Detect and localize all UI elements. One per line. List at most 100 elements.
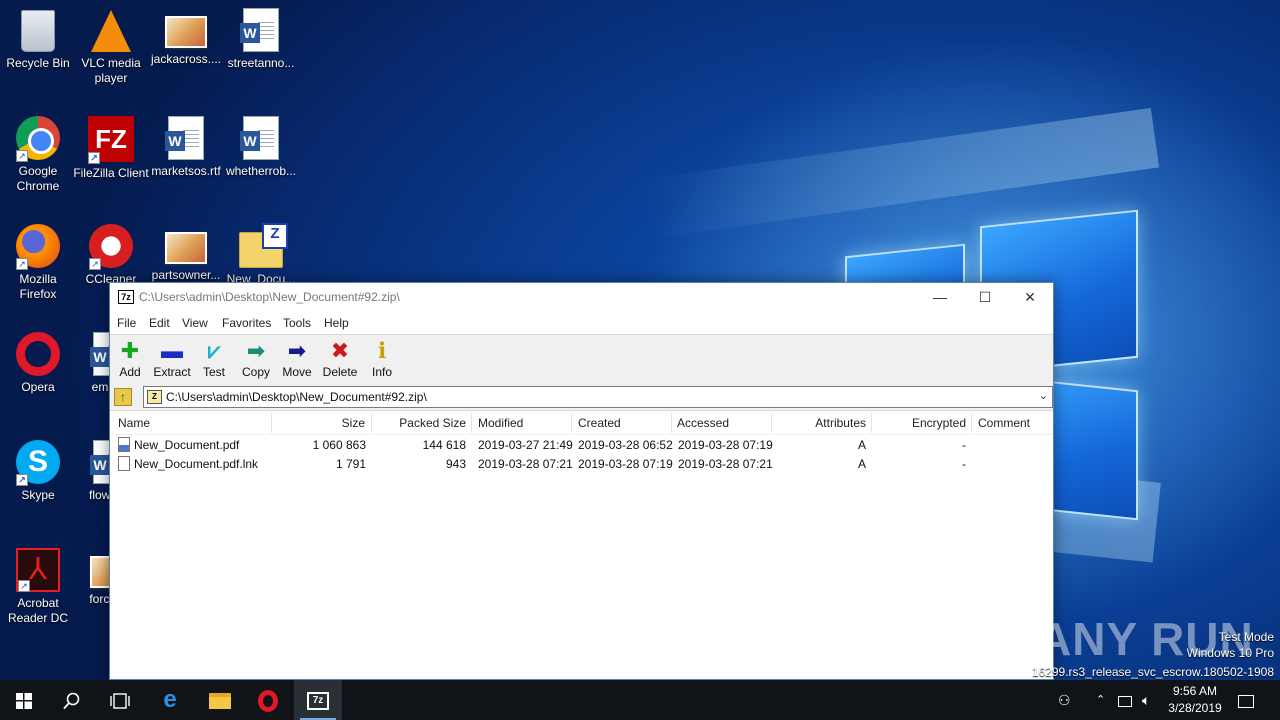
window-titlebar[interactable]: 7z C:\Users\admin\Desktop\New_Document#9… [110,283,1053,312]
shortcut-arrow-icon: ↗ [16,258,28,270]
menu-favorites[interactable]: Favorites [222,316,271,330]
menu-file[interactable]: File [117,316,136,330]
column-modified[interactable]: Modified [478,416,523,430]
delete-x-icon: ✖ [330,338,350,363]
edge-icon[interactable]: e [146,680,194,720]
acrobat-reader-icon: ⅄ ↗ [16,548,60,592]
desktop-icon-recycle-bin[interactable]: Recycle Bin [0,8,76,71]
desktop-icon-new-document-zip[interactable]: New_Docu... [223,223,299,287]
shortcut-arrow-icon: ↗ [18,580,30,592]
desktop-icon-chrome[interactable]: ↗ Google Chrome [0,116,76,194]
chevron-up-icon[interactable]: ⌃ [1096,680,1105,720]
search-button[interactable] [48,680,96,720]
table-row[interactable]: New_Document.pdf 1 060 863 144 618 2019-… [110,435,1053,454]
7zip-app-icon: 7z [118,290,134,304]
task-view-button[interactable] [96,680,144,720]
file-list-header: Name Size Packed Size Modified Created A… [110,411,1053,435]
desktop-icon-skype[interactable]: S ↗ Skype [0,440,76,503]
check-icon: ⩗ [207,338,221,363]
file-modified: 2019-03-27 21:49 [478,438,573,452]
close-button[interactable]: ✕ [1007,283,1053,312]
desktop-icon-label: jackacross.... [150,52,222,66]
delete-button[interactable]: ✖ Delete [318,337,362,379]
volume-icon[interactable]: 🔈︎ [1142,680,1150,720]
column-accessed[interactable]: Accessed [677,416,729,430]
toolbar-label: Copy [241,365,270,379]
copy-button[interactable]: ➡ Copy [234,337,278,379]
desktop-icon-filezilla[interactable]: FZ ↗ FileZilla Client [73,116,149,181]
desktop-icon-label: VLC media player [81,56,141,85]
file-modified: 2019-03-28 07:21 [478,457,573,471]
folder-up-icon[interactable]: ↑ [114,388,132,406]
file-explorer-icon[interactable] [196,680,244,720]
desktop-icon-firefox[interactable]: ↗ Mozilla Firefox [0,224,76,302]
column-encrypted[interactable]: Encrypted [906,416,966,430]
system-clock[interactable]: 9:56 AM 3/28/2019 [1160,683,1230,717]
notifications-icon[interactable] [1238,680,1254,720]
desktop-icon-label: whetherrob... [225,164,297,178]
maximize-button[interactable]: ☐ [962,283,1008,312]
filezilla-icon: FZ ↗ [88,116,134,164]
chevron-down-icon[interactable]: ⌄ [1039,389,1048,402]
table-row[interactable]: New_Document.pdf.lnk 1 791 943 2019-03-2… [110,454,1053,473]
file-accessed: 2019-03-28 07:21 [678,457,773,471]
desktop-icon-label: FileZilla Client [73,166,149,180]
toolbar-label: Extract [153,365,191,379]
desktop-icon-whetherrob[interactable]: whetherrob... [223,116,299,179]
column-packed-size[interactable]: Packed Size [390,416,466,430]
test-button[interactable]: ⩗ Test [192,337,236,379]
file-name: New_Document.pdf [134,438,240,452]
minimize-button[interactable]: — [917,283,963,312]
column-comment[interactable]: Comment [978,416,1030,430]
file-created: 2019-03-28 06:52 [578,438,673,452]
address-bar: ↑ Z C:\Users\admin\Desktop\New_Document#… [110,384,1053,411]
people-icon[interactable]: ⚇ [1058,680,1071,720]
archive-path-icon: Z [147,390,162,404]
search-icon [63,692,80,710]
desktop-icon-vlc[interactable]: VLC media player [73,8,149,86]
menu-view[interactable]: View [182,316,208,330]
desktop-icon-label: Skype [21,488,55,502]
info-button[interactable]: ℹ Info [360,337,404,379]
task-view-icon [110,693,130,709]
menu-tools[interactable]: Tools [283,316,311,330]
zip-archive-icon [239,223,288,268]
add-button[interactable]: ✚ Add [108,337,152,379]
desktop-icon-label: streetanno... [227,56,295,70]
extract-button[interactable]: ▬ Extract [150,337,194,379]
column-attributes[interactable]: Attributes [806,416,866,430]
file-name: New_Document.pdf.lnk [134,457,259,471]
path-combobox[interactable]: Z C:\Users\admin\Desktop\New_Document#92… [143,386,1053,408]
desktop-icon-partsowner[interactable]: partsowner... [148,224,224,283]
shortcut-arrow-icon: ↗ [88,152,100,164]
file-size: 1 060 863 [312,438,366,452]
menu-help[interactable]: Help [324,316,349,330]
desktop-icon-acrobat[interactable]: ⅄ ↗ Acrobat Reader DC [0,548,76,626]
menu-edit[interactable]: Edit [149,316,170,330]
move-button[interactable]: ➡ Move [275,337,319,379]
7zip-taskbar-button[interactable]: 7z [294,680,342,720]
column-created[interactable]: Created [578,416,621,430]
column-size[interactable]: Size [325,416,365,430]
network-icon[interactable] [1118,680,1132,720]
opera-taskbar-icon[interactable] [244,680,292,720]
column-name[interactable]: Name [118,416,150,430]
7zip-taskbar-icon: 7z [307,692,329,711]
desktop-icon-jackacross[interactable]: jackacross.... [148,8,224,67]
info-icon: ℹ [377,338,387,363]
firefox-icon: ↗ [16,224,60,270]
watermark-test-mode: Test Mode [1218,630,1274,644]
recycle-bin-icon [21,10,55,52]
shortcut-arrow-icon: ↗ [89,258,101,270]
desktop-icon-label: partsowner... [151,268,221,282]
file-attributes: A [857,457,866,471]
clock-date: 3/28/2019 [1168,701,1222,715]
clock-time: 9:56 AM [1172,684,1218,698]
desktop-icon-opera[interactable]: Opera [0,332,76,395]
copy-arrow-icon: ➡ [246,338,266,363]
desktop-icon-marketsos[interactable]: marketsos.rtf [148,116,224,179]
desktop-icon-label: Acrobat Reader DC [7,596,69,625]
start-button[interactable] [0,680,48,720]
desktop-icon-ccleaner[interactable]: ↗ CCleaner [73,224,149,287]
desktop-icon-streetanno[interactable]: streetanno... [223,8,299,71]
